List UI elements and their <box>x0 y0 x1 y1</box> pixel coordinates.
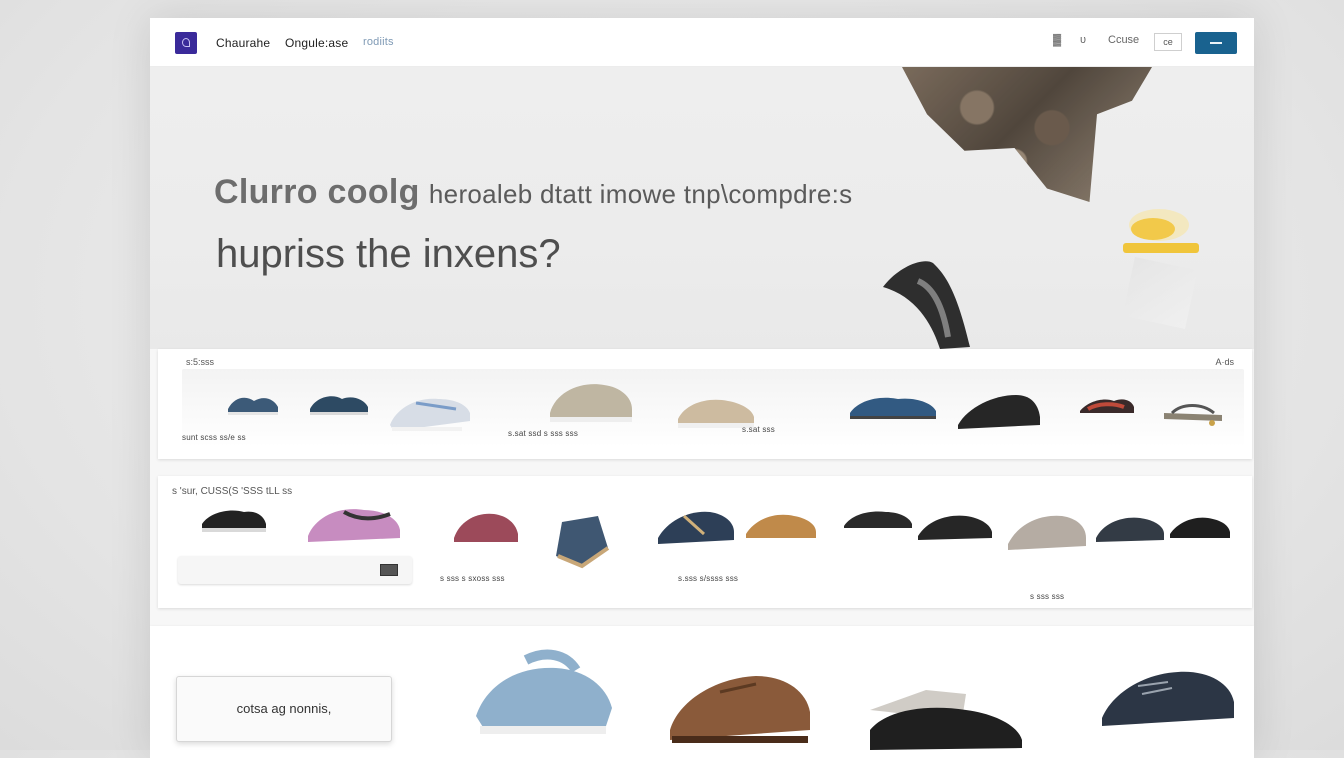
browser-page: Chaurahe Ongule:ase rodiits ▓ ᴜ Ccuse ce… <box>150 18 1254 758</box>
row1-caption-1: sunt scss ss/e ss <box>182 433 246 442</box>
product-shoe-denim-slipon[interactable] <box>466 646 616 746</box>
product-shoe-black-casual[interactable] <box>1166 512 1232 544</box>
menu-icon <box>1210 42 1222 44</box>
product-shoe-pink-sneaker[interactable] <box>304 500 404 548</box>
row2-caption-2: s.sss s/ssss sss <box>678 574 739 583</box>
product-shoe-black-leather[interactable] <box>866 670 1026 754</box>
product-shoe-navy-lace-up[interactable] <box>1098 656 1238 736</box>
hero-headline-rest: heroaleb dtatt imowe tnp\compdre:s <box>428 179 853 209</box>
row1-caption-2: s.sat ssd s sss sss <box>508 429 579 438</box>
product-shoe-black-loafer[interactable] <box>954 389 1044 435</box>
row3-cta-box[interactable]: cotsa ag nonnis, <box>176 676 392 742</box>
row2-promo-bar[interactable] <box>178 556 412 584</box>
hero-banner: Clurro coolg heroaleb dtatt imowe tnp\co… <box>150 67 1254 349</box>
row2-promo-icon <box>380 564 398 576</box>
top-navbar: Chaurahe Ongule:ase rodiits ▓ ᴜ Ccuse ce <box>150 18 1254 67</box>
row2-heading: s 'sur, CUSS(S 'SSS tLL ss <box>172 486 293 497</box>
hero-subheadline: hupriss the inxens? <box>216 232 561 276</box>
product-row-3: cotsa ag nonnis, <box>150 626 1254 758</box>
nav-util-icon-2[interactable]: ᴜ <box>1080 34 1086 46</box>
product-shoe-navy-moccasin-2[interactable] <box>654 504 738 550</box>
hero-decor-shape <box>1122 257 1198 329</box>
nav-util-label[interactable]: Ccuse <box>1108 34 1139 46</box>
row2-caption-1: s sss s sxoss sss <box>440 574 505 583</box>
product-shoe-beige-oxford[interactable] <box>546 377 636 427</box>
row1-caption-3: s.sat sss <box>742 425 775 434</box>
product-row-1: s:5:sss A·ds sunt scss ss/e ss s.sat ssd… <box>158 349 1252 459</box>
row2-caption-3: s sss sss <box>1030 592 1065 601</box>
hero-sponge-image <box>1123 209 1199 253</box>
row1-label-right: A·ds <box>1215 357 1234 367</box>
product-shoe-navy-moccasin[interactable] <box>308 389 370 417</box>
product-shoe-black-slipper[interactable] <box>198 504 268 536</box>
product-shoe-black-lace-up[interactable] <box>914 510 994 546</box>
product-shoe-sandal[interactable] <box>1162 395 1226 429</box>
product-shoe-white-sneaker[interactable] <box>386 389 472 435</box>
hero-shoe-image <box>883 261 970 349</box>
product-shoe-black-sneaker[interactable] <box>1092 512 1166 548</box>
nav-link-1[interactable]: Chaurahe <box>216 36 270 50</box>
row1-label: s:5:sss <box>186 357 215 367</box>
nav-small-box[interactable]: ce <box>1154 33 1182 51</box>
product-shoe-maroon-oxford[interactable] <box>450 506 520 550</box>
product-shoe-denim-high[interactable] <box>552 512 622 572</box>
product-shoe-red-flat[interactable] <box>1078 393 1136 419</box>
product-row-2: s 'sur, CUSS(S 'SSS tLL ss s sss s sxoss… <box>158 476 1252 608</box>
menu-button[interactable] <box>1195 32 1237 54</box>
hero-headline: Clurro coolg heroaleb dtatt imowe tnp\co… <box>214 173 852 212</box>
product-shoe-blue-boat[interactable] <box>848 391 938 423</box>
product-shoe-tan-boat[interactable] <box>742 508 818 544</box>
nav-link-3[interactable]: rodiits <box>363 36 394 48</box>
hero-headline-bold: Clurro coolg <box>214 173 420 211</box>
product-shoe-grey-derby[interactable] <box>1004 508 1090 556</box>
product-shoe-blue-loafer[interactable] <box>226 391 280 417</box>
hero-rock-image <box>902 67 1152 202</box>
nav-link-2[interactable]: Ongule:ase <box>285 36 348 50</box>
nav-util-icon-1[interactable]: ▓ <box>1053 34 1061 46</box>
product-shoe-black-flat[interactable] <box>840 506 914 534</box>
brand-logo[interactable] <box>175 32 197 54</box>
product-shoe-brown-derby[interactable] <box>664 656 814 752</box>
